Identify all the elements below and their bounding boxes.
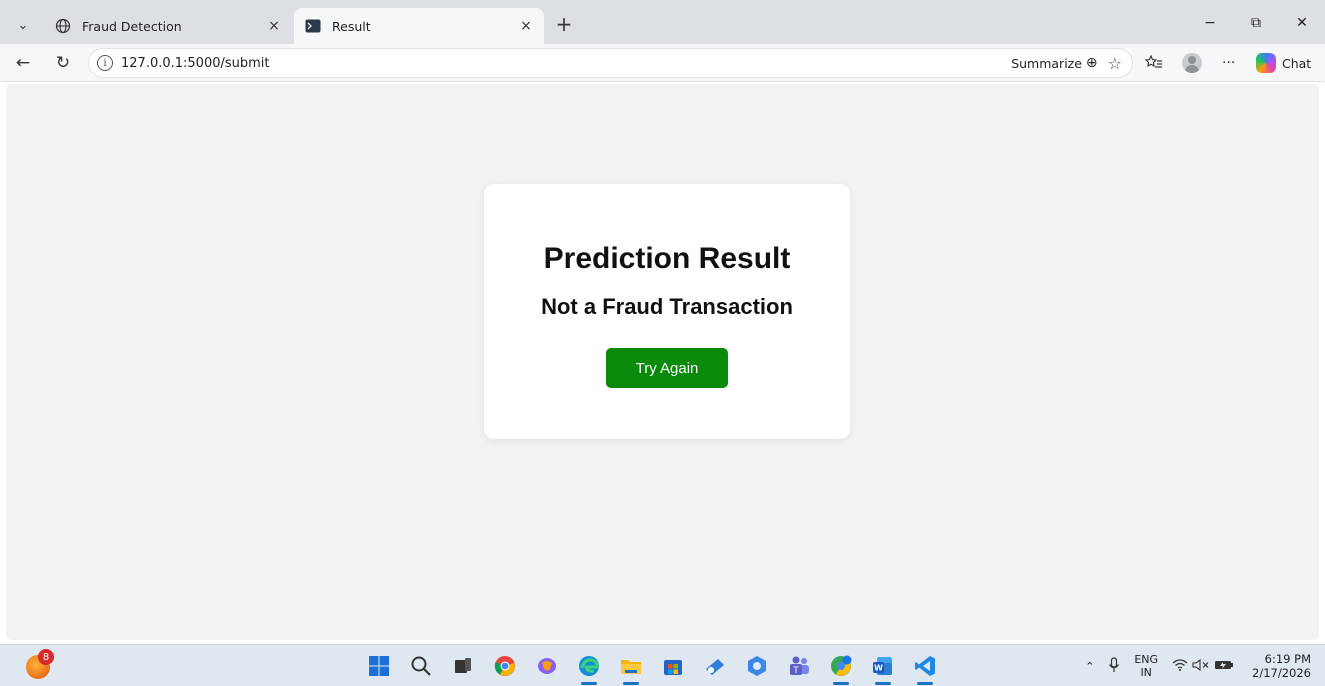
vscode-icon[interactable] bbox=[904, 651, 946, 685]
tab-title: Result bbox=[332, 18, 371, 34]
prediction-result-text: Not a Fraud Transaction bbox=[541, 294, 793, 319]
edge-icon[interactable] bbox=[568, 651, 610, 685]
region-code: IN bbox=[1140, 666, 1152, 679]
clock[interactable]: 6:19 PM 2/17/2026 bbox=[1252, 652, 1311, 680]
time-text: 6:19 PM bbox=[1264, 652, 1311, 666]
url-text[interactable]: 127.0.0.1:5000/submit bbox=[121, 56, 1011, 71]
globe-icon bbox=[54, 17, 72, 35]
refresh-icon[interactable]: ↻ bbox=[50, 50, 76, 76]
page-title: Prediction Result bbox=[543, 242, 791, 275]
search-icon[interactable] bbox=[400, 651, 442, 681]
close-tab-icon[interactable]: × bbox=[514, 14, 538, 38]
summarize-icon: ⊕ bbox=[1085, 55, 1098, 71]
avatar-icon bbox=[1182, 53, 1202, 73]
more-options-icon[interactable]: ··· bbox=[1222, 53, 1235, 73]
tab-strip: ⌄ Fraud Detection × Result × + − ⧉ ✕ bbox=[0, 0, 1325, 46]
system-tray: ⌃ ENG IN 6:19 PM 2/17/2026 bbox=[1071, 651, 1311, 681]
tab-actions-menu[interactable]: ⌄ bbox=[10, 12, 36, 38]
svg-text:W: W bbox=[874, 664, 883, 673]
browser-toolbar: ← ↻ i 127.0.0.1:5000/submit Summarize ⊕ … bbox=[0, 44, 1325, 82]
copilot-icon[interactable] bbox=[526, 651, 568, 681]
summarize-label: Summarize bbox=[1011, 55, 1082, 71]
back-arrow-icon[interactable]: ← bbox=[10, 50, 36, 76]
favorites-icon[interactable] bbox=[1145, 53, 1163, 73]
battery-charging-icon[interactable] bbox=[1214, 659, 1234, 674]
microphone-icon[interactable] bbox=[1108, 656, 1120, 676]
chrome-profile-icon[interactable] bbox=[820, 651, 862, 685]
restore-button[interactable]: ⧉ bbox=[1233, 8, 1279, 38]
active-indicator bbox=[581, 682, 597, 685]
teams-icon[interactable]: T bbox=[778, 651, 820, 681]
running-indicator bbox=[833, 682, 849, 685]
taskbar: 8 T W ⌃ ENG IN 6:19 PM 2/17/2026 bbox=[0, 644, 1325, 686]
minimize-button[interactable]: − bbox=[1187, 8, 1233, 38]
wifi-icon[interactable] bbox=[1172, 658, 1188, 674]
info-icon[interactable]: i bbox=[97, 55, 113, 71]
running-indicator bbox=[875, 682, 891, 685]
close-tab-icon[interactable]: × bbox=[262, 14, 286, 38]
svg-text:T: T bbox=[792, 666, 799, 676]
result-card: Prediction Result Not a Fraud Transactio… bbox=[484, 184, 850, 439]
store-icon[interactable] bbox=[652, 651, 694, 681]
file-explorer-icon[interactable] bbox=[610, 651, 652, 685]
star-icon[interactable]: ☆ bbox=[1108, 54, 1122, 73]
copilot-icon bbox=[1256, 53, 1276, 73]
notification-badge: 8 bbox=[38, 649, 54, 665]
running-indicator bbox=[917, 682, 933, 685]
page-viewport: Prediction Result Not a Fraud Transactio… bbox=[6, 84, 1319, 640]
tab-fraud-detection[interactable]: Fraud Detection × bbox=[44, 8, 292, 44]
task-view-icon[interactable] bbox=[442, 651, 484, 681]
photos-icon[interactable] bbox=[736, 651, 778, 681]
copilot-chat-button[interactable]: Chat bbox=[1256, 53, 1311, 73]
start-icon[interactable] bbox=[358, 651, 400, 681]
chrome-icon[interactable] bbox=[484, 651, 526, 681]
new-tab-button[interactable]: + bbox=[552, 12, 576, 36]
date-text: 2/17/2026 bbox=[1252, 666, 1311, 680]
try-again-button[interactable]: Try Again bbox=[606, 348, 728, 388]
chevron-down-icon: ⌄ bbox=[17, 17, 29, 33]
show-hidden-icons-chevron-up-icon[interactable]: ⌃ bbox=[1085, 660, 1094, 673]
profile-avatar[interactable] bbox=[1182, 53, 1202, 73]
taskbar-apps: T W bbox=[358, 651, 946, 685]
language-indicator[interactable]: ENG IN bbox=[1134, 653, 1158, 679]
window-controls: − ⧉ ✕ bbox=[1187, 8, 1325, 38]
word-icon[interactable]: W bbox=[862, 651, 904, 685]
language-code: ENG bbox=[1134, 653, 1159, 666]
volume-muted-icon[interactable] bbox=[1192, 658, 1210, 674]
chat-label: Chat bbox=[1282, 55, 1312, 71]
tab-title: Fraud Detection bbox=[82, 18, 182, 34]
close-window-button[interactable]: ✕ bbox=[1279, 8, 1325, 38]
terminal-icon bbox=[304, 17, 322, 35]
address-bar[interactable]: i 127.0.0.1:5000/submit Summarize ⊕ ☆ bbox=[88, 48, 1133, 78]
running-indicator bbox=[623, 682, 639, 685]
summarize-button[interactable]: Summarize ⊕ bbox=[1011, 55, 1097, 71]
tab-result[interactable]: Result × bbox=[294, 8, 544, 44]
snipping-icon[interactable] bbox=[694, 651, 736, 681]
